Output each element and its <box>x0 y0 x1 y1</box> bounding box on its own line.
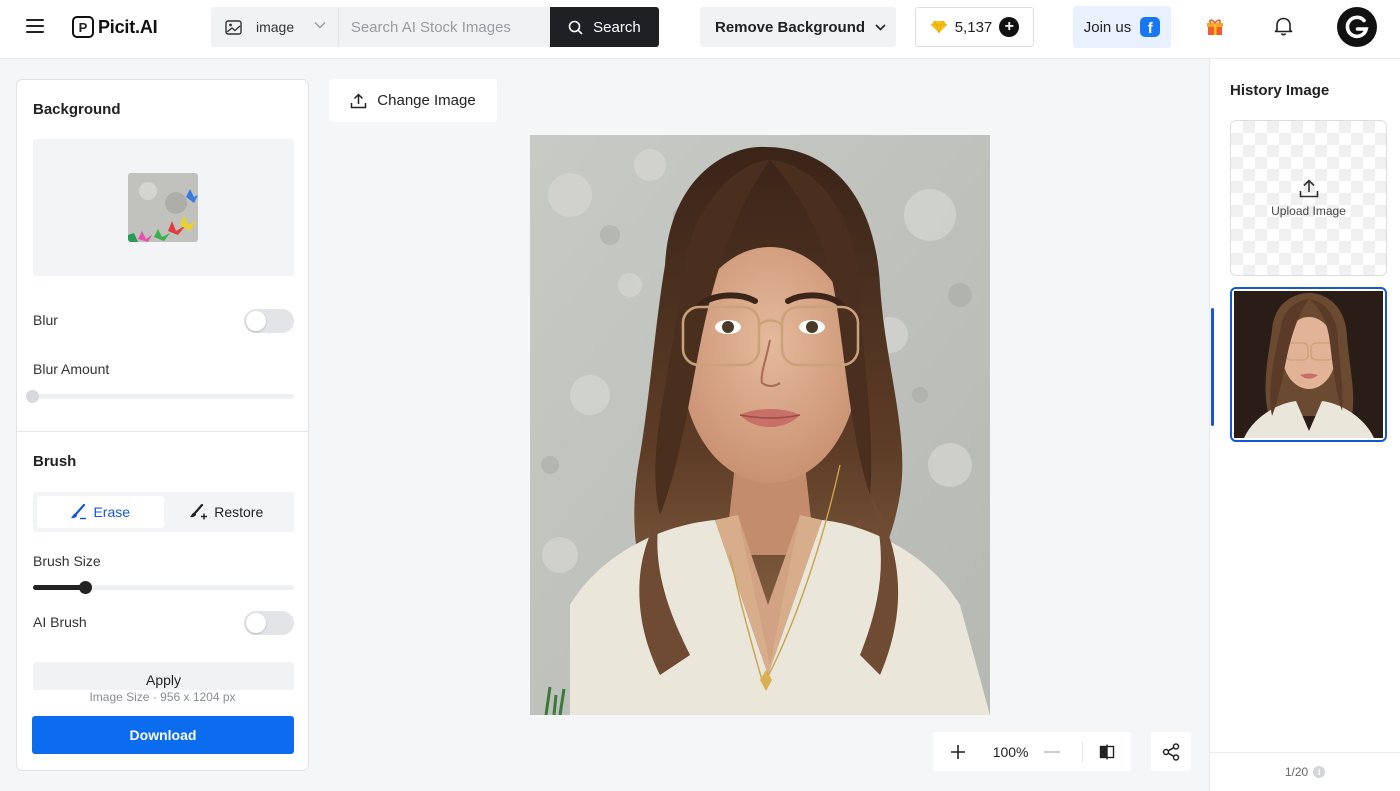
restore-brush-icon <box>190 504 208 520</box>
slider-thumb[interactable] <box>26 390 39 403</box>
apply-button[interactable]: Apply <box>33 662 294 690</box>
top-bar: P Picit.AI image Search Remove Backgroun… <box>0 0 1400 59</box>
brush-mode-toggle: Erase Restore <box>33 492 294 532</box>
share-icon <box>1162 742 1180 761</box>
search-type-label: image <box>256 19 295 35</box>
background-title: Background <box>33 101 121 118</box>
section-divider <box>17 431 308 432</box>
change-image-button[interactable]: Change Image <box>329 79 497 122</box>
search-input[interactable] <box>338 7 550 47</box>
ai-brush-toggle[interactable] <box>244 611 294 635</box>
settings-panel: Background Blur Blur Amount Brush Erase <box>16 79 309 771</box>
toggle-knob <box>246 613 266 633</box>
join-us-button[interactable]: Join us f <box>1073 6 1171 48</box>
tool-select-label: Remove Background <box>715 18 866 36</box>
blur-toggle[interactable] <box>244 309 294 333</box>
upload-image-card[interactable]: Upload Image <box>1230 120 1387 276</box>
blur-label: Blur <box>33 312 58 328</box>
plus-icon[interactable]: + <box>999 17 1020 37</box>
zoom-out-icon[interactable] <box>1038 732 1066 771</box>
avatar[interactable] <box>1337 7 1377 47</box>
history-panel: History Image Upload Image 1/20 i <box>1209 59 1400 791</box>
zoom-in-icon[interactable] <box>933 732 983 771</box>
download-button[interactable]: Download <box>32 716 294 754</box>
search-icon <box>568 20 583 35</box>
blur-amount-slider[interactable] <box>26 390 294 403</box>
slider-fill <box>33 585 85 590</box>
menu-icon[interactable] <box>26 17 44 35</box>
blur-amount-label: Blur Amount <box>33 361 110 377</box>
erase-label: Erase <box>93 504 131 520</box>
change-image-label: Change Image <box>377 92 476 109</box>
restore-tab[interactable]: Restore <box>164 496 291 528</box>
selection-indicator <box>1211 308 1214 426</box>
avatar-logo-icon <box>1345 15 1369 39</box>
brush-size-slider[interactable] <box>33 581 294 594</box>
bell-icon[interactable] <box>1274 16 1293 36</box>
page-counter: 1/20 <box>1284 765 1309 779</box>
zoom-level: 100% <box>992 743 1029 760</box>
logo[interactable]: P Picit.AI <box>72 14 158 40</box>
search-button[interactable]: Search <box>549 7 659 47</box>
restore-label: Restore <box>214 504 264 520</box>
join-us-label: Join us <box>1083 18 1132 36</box>
search-bar: image Search <box>211 7 659 47</box>
tool-select-dropdown[interactable]: Remove Background <box>700 7 896 47</box>
background-thumbnail[interactable] <box>128 173 198 242</box>
toggle-knob <box>246 311 266 331</box>
gift-icon[interactable] <box>1205 16 1225 36</box>
logo-mark-icon: P <box>72 16 94 38</box>
background-picker[interactable] <box>33 139 294 276</box>
brush-title: Brush <box>33 453 77 470</box>
image-size-text: Image Size · 956 x 1204 px <box>89 690 236 704</box>
credits-value: 5,137 <box>954 18 993 36</box>
upload-image-label: Upload Image <box>1271 203 1346 218</box>
history-title: History Image <box>1230 82 1330 99</box>
upload-icon <box>1299 178 1318 197</box>
credits-badge[interactable]: 5,137 + <box>915 7 1034 47</box>
search-button-label: Search <box>593 18 641 36</box>
compare-icon[interactable] <box>1083 732 1131 771</box>
brush-size-label: Brush Size <box>33 553 101 569</box>
slider-thumb[interactable] <box>79 581 92 594</box>
history-thumbnail[interactable] <box>1230 287 1387 442</box>
image-icon <box>225 19 242 35</box>
chevron-down-icon <box>314 22 326 29</box>
brush-icon <box>71 504 87 520</box>
erase-tab[interactable]: Erase <box>37 496 164 528</box>
search-type-select[interactable]: image <box>211 7 339 47</box>
share-button[interactable] <box>1151 732 1191 771</box>
brand-name: Picit.AI <box>98 16 158 37</box>
diamond-icon <box>930 20 947 34</box>
zoom-toolbar: 100% <box>933 732 1131 771</box>
edited-image[interactable] <box>530 135 990 715</box>
chevron-down-icon <box>875 23 886 31</box>
history-pagination: 1/20 i <box>1210 752 1400 791</box>
ai-brush-label: AI Brush <box>33 614 87 630</box>
facebook-icon: f <box>1140 17 1161 37</box>
upload-icon <box>351 92 367 108</box>
info-icon[interactable]: i <box>1313 766 1326 778</box>
